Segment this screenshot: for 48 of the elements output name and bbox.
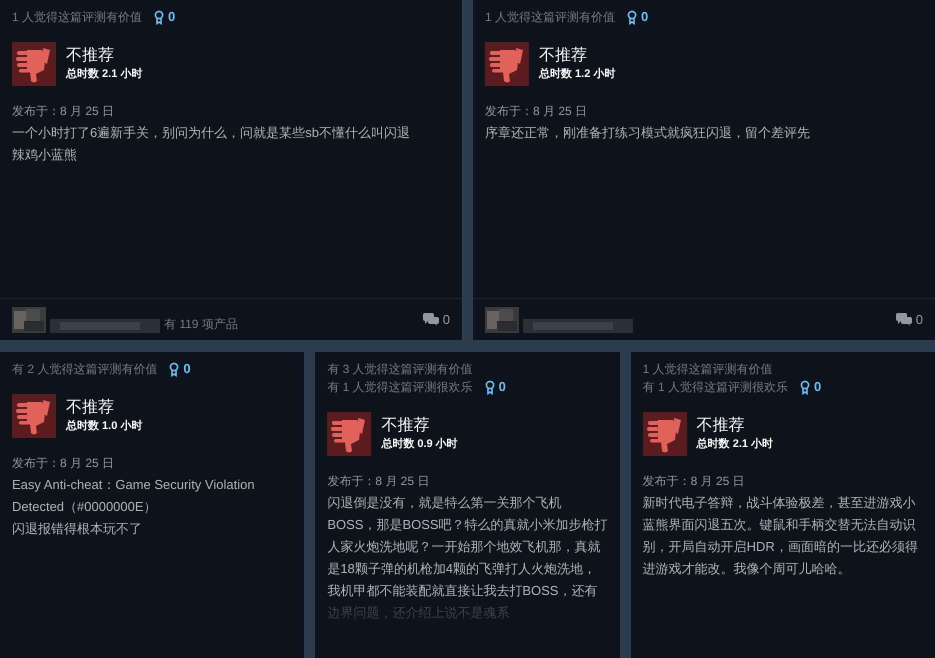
posted-date: 发布于：8 月 25 日 bbox=[327, 473, 430, 490]
award-count: 0 bbox=[168, 8, 176, 26]
playtime: 总时数 0.9 小时 bbox=[381, 436, 458, 452]
verdict-label: 不推荐 bbox=[696, 416, 746, 436]
posted-date: 发布于：8 月 25 日 bbox=[12, 103, 116, 120]
helpful-count: 有 3 人觉得这篇评测有价值 bbox=[327, 361, 473, 378]
verdict-label: 不推荐 bbox=[539, 46, 588, 66]
posted-date: 发布于：8 月 25 日 bbox=[642, 473, 746, 490]
comment-icon bbox=[422, 312, 439, 326]
playtime: 总时数 1.2 小时 bbox=[539, 66, 616, 82]
review-text: 序章还正常，刚准备打练习模式就疯狂闪退，留个差评先 bbox=[485, 124, 811, 142]
helpful-count: 1 人觉得这篇评测有价值 bbox=[12, 9, 142, 26]
product-count: 有 119 项产品 bbox=[164, 316, 238, 332]
verdict-label: 不推荐 bbox=[381, 416, 430, 436]
review-text: 辣鸡小蓝熊 bbox=[12, 146, 78, 164]
award-icon bbox=[154, 10, 164, 24]
playtime: 总时数 2.1 小时 bbox=[66, 66, 142, 82]
review-text: 一个小时打了6遍新手关，别问为什么，问就是某些sb不懂什么叫闪退 bbox=[12, 124, 411, 142]
comment-count: 0 bbox=[442, 310, 450, 329]
thumbs-down-icon bbox=[485, 42, 529, 86]
posted-date: 发布于：8 月 25 日 bbox=[12, 455, 116, 472]
thumbs-down-icon bbox=[12, 394, 56, 438]
review-text: Easy Anti-cheat：Game Security Violation Detected（#0000000E） bbox=[12, 476, 256, 516]
award-icon bbox=[627, 10, 638, 24]
review-text: 闪退报错得根本玩不了 bbox=[12, 520, 143, 538]
comment-count: 0 bbox=[916, 310, 923, 329]
review-text: 新时代电子答辩，战斗体验极差，甚至进游戏小蓝熊界面闪退五次。键鼠和手柄交替无法自动识别，开局自动开启HDR，画面暗的一比还必须得进游戏才能改。我像个周可儿哈哈。 bbox=[642, 494, 919, 578]
playtime: 总时数 2.1 小时 bbox=[696, 436, 774, 452]
award-count: 0 bbox=[183, 360, 191, 378]
comment-icon bbox=[896, 312, 912, 326]
helpful-count: 1 人觉得这篇评测有价值 bbox=[642, 361, 774, 378]
posted-date: 发布于：8 月 25 日 bbox=[485, 103, 588, 120]
helpful-count: 1 人觉得这篇评测有价值 bbox=[485, 9, 616, 26]
playtime: 总时数 1.0 小时 bbox=[66, 418, 142, 434]
helpful-count: 有 2 人觉得这篇评测有价值 bbox=[12, 361, 158, 378]
helpful-count: 有 1 人觉得这篇评测很欢乐 bbox=[642, 379, 788, 396]
thumbs-down-icon bbox=[327, 412, 372, 456]
award-count: 0 bbox=[641, 8, 648, 26]
award-icon bbox=[484, 380, 495, 394]
award-count: 0 bbox=[498, 378, 506, 396]
award-icon bbox=[800, 380, 810, 394]
award-icon bbox=[169, 362, 180, 376]
award-count: 0 bbox=[814, 378, 822, 396]
verdict-label: 不推荐 bbox=[66, 46, 115, 66]
thumbs-down-icon bbox=[12, 42, 56, 86]
thumbs-down-icon bbox=[642, 412, 687, 456]
helpful-count: 有 1 人觉得这篇评测很欢乐 bbox=[327, 379, 473, 396]
verdict-label: 不推荐 bbox=[66, 398, 115, 418]
